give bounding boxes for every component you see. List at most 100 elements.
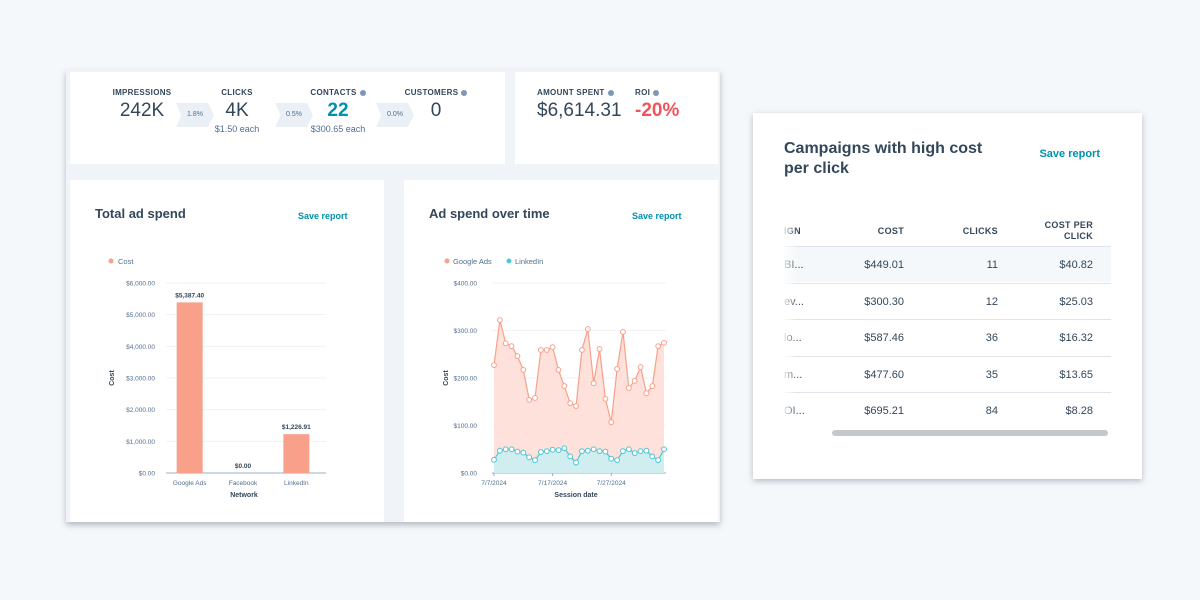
metric-label: ROI [635, 88, 679, 97]
point-google-ads [590, 380, 597, 387]
horizontal-scrollbar[interactable] [784, 428, 1111, 438]
card-title: Campaigns with high cost per click [784, 140, 983, 177]
legend-label: Cost [118, 257, 134, 266]
total-ad-spend-card: Total ad spend Save report Cost $0.00 $1,0… [70, 180, 384, 522]
point-linkedin [596, 448, 603, 455]
point-google-ads [549, 344, 556, 351]
table-row[interactable]: BI...$449.0111$40.82 [784, 246, 1111, 282]
metric-value[interactable]: 22 [298, 100, 378, 122]
y-tick-label: $2,000.00 [126, 407, 155, 414]
info-icon[interactable] [653, 89, 660, 96]
point-google-ads [543, 347, 550, 353]
bar-linkedin [283, 434, 310, 473]
bar-google-ads [176, 302, 203, 473]
metric-value: -20% [635, 100, 680, 121]
point-google-ads [567, 400, 574, 407]
metric-value: 4K [225, 100, 249, 121]
info-icon[interactable] [607, 89, 614, 96]
column-header-cost[interactable]: COST [878, 226, 904, 237]
point-google-ads [655, 343, 662, 350]
point-linkedin [532, 457, 538, 464]
point-linkedin [537, 449, 544, 456]
point-linkedin [491, 456, 497, 463]
x-axis-label: Session date [554, 492, 597, 499]
metric-label: CONTACTS [298, 88, 378, 97]
point-linkedin [573, 459, 579, 466]
cell-cost-per-click: $13.65 [1059, 368, 1093, 381]
point-linkedin [584, 447, 591, 454]
save-report-button[interactable]: Save report [1039, 148, 1100, 160]
metric-sub: $1.50 each [214, 124, 260, 134]
point-google-ads [537, 347, 544, 353]
point-linkedin [526, 454, 533, 461]
metric-label: AMOUNT SPENT [537, 88, 622, 97]
cell-clicks: 84 [985, 405, 998, 417]
x-tick-label: 7/27/2024 [597, 480, 626, 487]
scrollbar-thumb[interactable] [832, 430, 1108, 436]
point-linkedin [555, 447, 562, 454]
point-linkedin [514, 448, 521, 455]
cell-clicks: 12 [985, 295, 998, 308]
column-header-clicks[interactable]: CLICKS [963, 226, 998, 237]
table-row[interactable]: lo...$587.4636$16.32 [784, 319, 1111, 355]
cell-clicks: 36 [985, 332, 998, 344]
point-linkedin [661, 446, 667, 453]
cell-clicks: 35 [985, 368, 998, 381]
spend-card: AMOUNT SPENT $6,614.31 ROI -20% [515, 72, 718, 164]
campaign-table: IGN COST CLICKS COST PER CLICK BI...$449… [784, 210, 1111, 440]
cell-cost-per-click: $8.28 [1065, 405, 1093, 417]
point-linkedin [631, 450, 638, 456]
metric-contacts: CONTACTS 22 $300.65 each [298, 88, 378, 134]
metric-amount-spent: AMOUNT SPENT $6,614.31 [537, 88, 622, 122]
point-google-ads [620, 329, 626, 335]
x-tick-label: 7/7/2024 [481, 480, 507, 487]
column-header-cost-per-click[interactable]: COST PER CLICK [1033, 220, 1093, 242]
point-google-ads [649, 383, 656, 389]
y-tick-label: $300.00 [454, 328, 478, 335]
point-google-ads [555, 367, 562, 373]
point-google-ads [637, 364, 644, 370]
x-axis-label: Network [230, 492, 258, 499]
cell-cost: $695.21 [864, 405, 904, 417]
y-tick-label: $0.00 [139, 471, 156, 478]
scroll-shadow [784, 210, 798, 440]
y-tick-label: $4,000.00 [126, 344, 155, 351]
point-google-ads [496, 317, 503, 323]
metric-impressions: IMPRESSIONS 242K [102, 88, 182, 122]
point-google-ads [625, 385, 632, 391]
point-google-ads [514, 353, 521, 360]
point-google-ads [661, 339, 667, 346]
metric-label: CLICKS [221, 88, 253, 97]
cell-cost-per-click: $40.82 [1059, 259, 1093, 271]
metric-label: CUSTOMERS [396, 88, 476, 97]
y-tick-label: $3,000.00 [126, 376, 155, 383]
point-google-ads [614, 366, 621, 372]
table-row[interactable]: m...$477.6035$13.65 [784, 355, 1111, 392]
metric-customers: CUSTOMERS 0 [396, 88, 476, 122]
point-linkedin [549, 446, 556, 453]
metric-value: $6,614.31 [537, 100, 622, 121]
point-google-ads [502, 340, 509, 347]
ad-spend-over-time-card: Ad spend over time Save report Google Ad… [404, 180, 718, 522]
info-icon[interactable] [359, 89, 366, 96]
y-tick-label: $1,000.00 [126, 439, 155, 446]
data-label: $0.00 [235, 463, 252, 470]
cell-cost: $477.60 [864, 368, 904, 381]
high-cpc-campaigns-card: Campaigns with high cost per click Save … [753, 113, 1142, 479]
dashboard-panel: IMPRESSIONS 242K 1.8% CLICKS 4K $1.50 ea… [66, 70, 720, 522]
cell-cost: $300.30 [864, 295, 904, 308]
info-icon[interactable] [461, 89, 468, 96]
table-row[interactable]: OI...$695.2184$8.28 [784, 392, 1111, 428]
cell-clicks: 11 [986, 259, 998, 271]
y-tick-label: $5,000.00 [126, 312, 155, 319]
x-tick-label: 7/17/2024 [538, 480, 567, 487]
legend-label: LinkedIn [515, 257, 543, 266]
table-row[interactable]: ev...$300.3012$25.03 [784, 282, 1111, 319]
cell-cost: $587.46 [864, 332, 904, 344]
point-linkedin [561, 445, 568, 452]
point-linkedin [520, 449, 527, 456]
metric-label: IMPRESSIONS [112, 88, 172, 97]
point-linkedin [602, 448, 609, 455]
point-google-ads [602, 396, 609, 402]
legend-marker-linkedin [506, 258, 512, 264]
